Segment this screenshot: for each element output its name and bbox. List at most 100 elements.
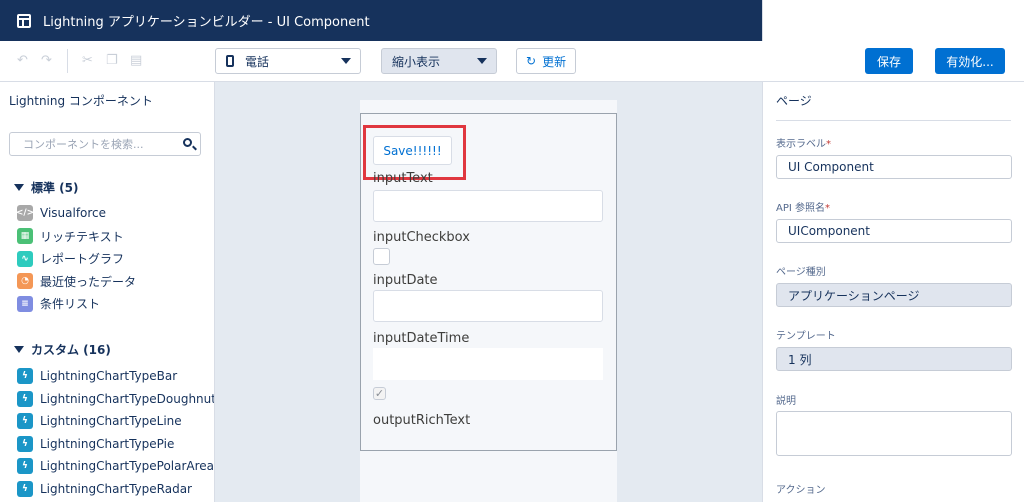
required-mark: * [826,139,831,150]
toolbar-divider [67,49,68,73]
label-field-label: 表示ラベル* [776,135,831,150]
component-list-item-label: 条件リスト [40,297,101,311]
page-title: Lightning アプリケーションビルダー - UI Component [43,15,370,30]
component-list-item-label: リッチテキスト [40,229,124,244]
template-label: テンプレート [776,331,836,342]
copy-icon[interactable]: ❐ [106,53,118,68]
input-datetime-field[interactable] [373,348,603,380]
components-panel-title: Lightning コンポーネント [9,94,153,108]
required-mark: * [825,203,830,214]
page-label-input[interactable]: UI Component [776,155,1012,179]
header-actions: ← 戻る ? ヘルプ [762,0,1024,41]
help-button[interactable]: ? ヘルプ [836,11,889,30]
question-icon: ? [835,13,844,28]
lightning-bolt-icon: ϟ [17,413,33,429]
component-list-item-label: 最近使ったデータ [40,274,137,289]
component-list-item[interactable]: ∿ レポートグラフ [17,250,124,267]
component-list-item-label: レポートグラフ [40,252,125,266]
component-list-item-label: LightningChartTypeLine [40,414,182,428]
lightning-bolt-icon: ϟ [17,480,33,497]
builder-toolbar: ↶ ↷ ✂ ❐ ▤ 電話 縮小表示 ↻ 更新 保存 有効化... [0,41,1024,82]
custom-section-header[interactable]: カスタム (16) [14,341,111,358]
cut-icon[interactable]: ✂ [82,53,93,68]
back-button[interactable]: ← 戻る [763,11,806,30]
description-label: 説明 [776,396,796,407]
chevron-down-icon [341,58,351,64]
component-list-item[interactable]: ϟ LightningChartTypeLine [17,413,182,429]
input-datetime-label: inputDateTime [373,331,470,346]
app-builder-icon [17,13,31,28]
activate-button[interactable]: 有効化... [935,48,1005,74]
component-list-item-label: LightningChartTypeBar [40,369,178,383]
refresh-icon: ↻ [526,54,537,68]
phone-icon [226,55,234,67]
component-list-item[interactable]: ▦ リッチテキスト [17,228,124,245]
properties-panel: ページ 表示ラベル* UI Component API 参照名* UICompo… [762,82,1024,502]
input-text-label: inputText [373,171,433,186]
component-list-item[interactable]: ϟ LightningChartTypeDoughnut [17,390,215,407]
custom-section-label: カスタム (16) [31,343,111,357]
check-icon: ✓ [374,387,385,400]
component-search-placeholder: コンポーネントを検索... [23,138,144,151]
view-select-value: 縮小表示 [392,54,441,69]
device-select[interactable]: 電話 [215,48,361,74]
properties-divider [776,120,1011,121]
components-panel: Lightning コンポーネント コンポーネントを検索... 標準 (5) <… [0,82,215,502]
component-list-item[interactable]: ≡ 条件リスト [17,295,100,312]
component-list-item[interactable]: ϟ LightningChartTypeBar [17,368,177,384]
standard-section-label: 標準 (5) [31,181,79,195]
rich-text-icon: ▦ [17,228,33,244]
properties-panel-title: ページ [776,94,812,108]
label-field-label-text: 表示ラベル [776,139,826,150]
component-search-input[interactable]: コンポーネントを検索... [9,132,201,156]
lightning-bolt-icon: ϟ [17,435,33,452]
component-list-item-label: LightningChartTypePie [40,436,175,451]
api-name-input[interactable]: UIComponent [776,219,1012,243]
list-view-icon: ≡ [17,295,33,312]
triangle-down-icon [14,346,24,353]
actions-label: アクション [776,485,826,496]
component-list-item[interactable]: </> Visualforce [16,205,107,221]
search-icon [183,138,192,147]
report-chart-icon: ∿ [17,250,33,267]
page-type-label: ページ種別 [776,267,826,278]
input-checkbox-label: inputCheckbox [373,230,470,245]
component-list-item[interactable]: ϟ LightningChartTypePie [17,435,175,452]
component-list-item-label: LightningChartTypeRadar [40,481,192,496]
triangle-down-icon [14,184,24,191]
api-name-field-label-text: API 参照名 [776,203,825,214]
app-header: Lightning アプリケーションビルダー - UI Component ← … [0,0,1024,41]
component-list-item[interactable]: ϟ LightningChartTypePolarArea [17,458,214,474]
save-button[interactable]: 保存 [865,48,913,74]
refresh-label: 更新 [542,54,567,69]
output-checkbox: ✓ [373,387,386,400]
undo-icon[interactable]: ↶ [17,53,28,68]
page-label-value: UI Component [788,160,874,174]
refresh-button[interactable]: ↻ 更新 [516,48,577,74]
component-list-item-label: LightningChartTypeDoughnut [40,391,215,406]
api-name-value: UIComponent [788,224,870,238]
input-date-label: inputDate [373,273,438,288]
description-textarea[interactable] [776,411,1012,456]
input-checkbox[interactable] [373,248,390,265]
lightning-bolt-icon: ϟ [17,390,33,407]
component-list-item-label: Visualforce [40,206,107,220]
component-list-item[interactable]: ◔ 最近使ったデータ [17,273,136,290]
input-text-field[interactable] [373,190,603,222]
input-date-field[interactable] [373,290,603,322]
template-field: 1 列 [776,347,1012,371]
page-canvas: Save!!!!!! inputText inputCheckbox input… [215,82,762,502]
chevron-down-icon [477,58,487,64]
component-list-item[interactable]: ϟ LightningChartTypeRadar [17,480,192,497]
redo-icon[interactable]: ↷ [41,53,52,68]
lightning-bolt-icon: ϟ [17,458,33,474]
page-type-field: アプリケーションページ [776,283,1012,307]
lightning-bolt-icon: ϟ [17,368,33,384]
output-rich-text-label: outputRichText [373,413,471,428]
component-list-item-label: LightningChartTypePolarArea [40,459,215,473]
standard-section-header[interactable]: 標準 (5) [14,179,79,196]
view-select[interactable]: 縮小表示 [381,48,497,74]
paste-icon[interactable]: ▤ [130,53,142,68]
template-value: 1 列 [788,352,812,367]
page-type-value: アプリケーションページ [788,288,920,303]
